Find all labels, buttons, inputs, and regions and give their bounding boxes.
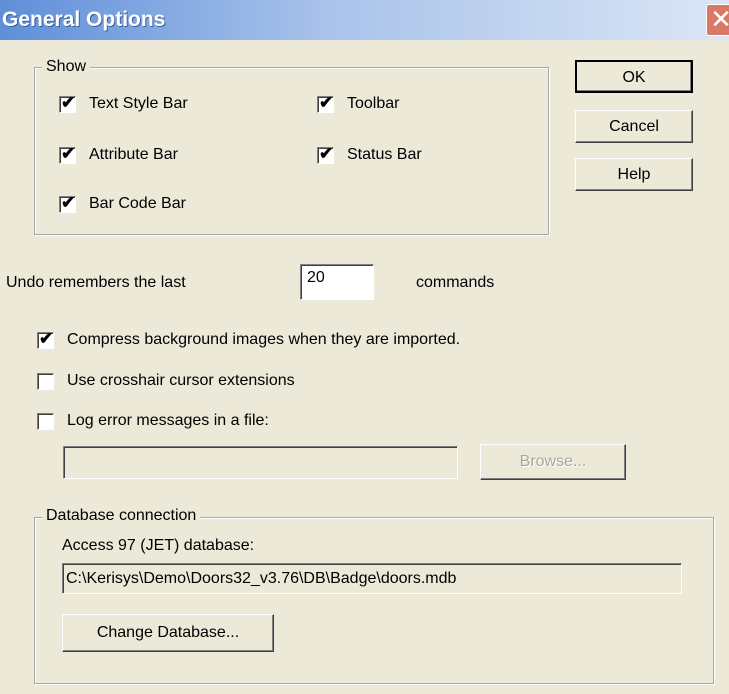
checkbox-label: Toolbar [347,95,400,112]
log-file-path-input[interactable] [63,446,458,479]
check-icon: ✔ [39,328,54,348]
checkbox-box: ✔ [59,92,76,113]
text-style-bar-checkbox[interactable]: ✔ Text Style Bar [59,92,188,113]
check-icon: ✔ [319,143,334,163]
checkbox-box: ✔ [37,328,54,349]
checkbox-label: Status Bar [347,146,422,163]
checkbox-label: Use crosshair cursor extensions [67,372,295,389]
cancel-button[interactable]: Cancel [575,110,693,143]
toolbar-checkbox[interactable]: ✔ Toolbar [317,92,400,113]
attribute-bar-checkbox[interactable]: ✔ Attribute Bar [59,143,178,164]
checkbox-box: ✔ [317,143,334,164]
browse-button[interactable]: Browse... [480,444,626,480]
close-button[interactable]: ✕ [706,4,729,36]
undo-count-input[interactable]: 20 [300,264,374,300]
help-button[interactable]: Help [575,158,693,191]
database-type-label: Access 97 (JET) database: [62,537,255,554]
crosshair-cursor-checkbox[interactable]: Use crosshair cursor extensions [37,372,295,390]
check-icon: ✔ [61,192,76,212]
check-icon: ✔ [61,143,76,163]
undo-prefix-label: Undo remembers the last [6,274,186,291]
checkbox-box: ✔ [317,92,334,113]
database-group-legend: Database connection [42,507,201,525]
checkbox-box [37,412,54,430]
change-database-button[interactable]: Change Database... [62,614,274,652]
checkbox-label: Attribute Bar [89,146,178,163]
status-bar-checkbox[interactable]: ✔ Status Bar [317,143,422,164]
log-errors-checkbox[interactable]: Log error messages in a file: [37,412,269,430]
show-group-legend: Show [42,58,91,76]
checkbox-label: Bar Code Bar [89,195,186,212]
database-path-field[interactable]: C:\Kerisys\Demo\Doors32_v3.76\DB\Badge\d… [62,563,682,594]
checkbox-box: ✔ [59,143,76,164]
check-icon: ✔ [61,92,76,112]
close-icon: ✕ [710,4,729,34]
check-icon: ✔ [319,92,334,112]
checkbox-label: Text Style Bar [89,95,188,112]
checkbox-label: Log error messages in a file: [67,412,269,429]
compress-images-checkbox[interactable]: ✔ Compress background images when they a… [37,328,461,349]
checkbox-label: Compress background images when they are… [67,331,461,348]
title-bar[interactable]: General Options ✕ [0,0,729,40]
window-title: General Options [2,8,166,31]
checkbox-box: ✔ [59,192,76,213]
ok-button[interactable]: OK [575,60,693,93]
checkbox-box [37,372,54,390]
undo-suffix-label: commands [416,274,495,291]
bar-code-bar-checkbox[interactable]: ✔ Bar Code Bar [59,192,186,213]
